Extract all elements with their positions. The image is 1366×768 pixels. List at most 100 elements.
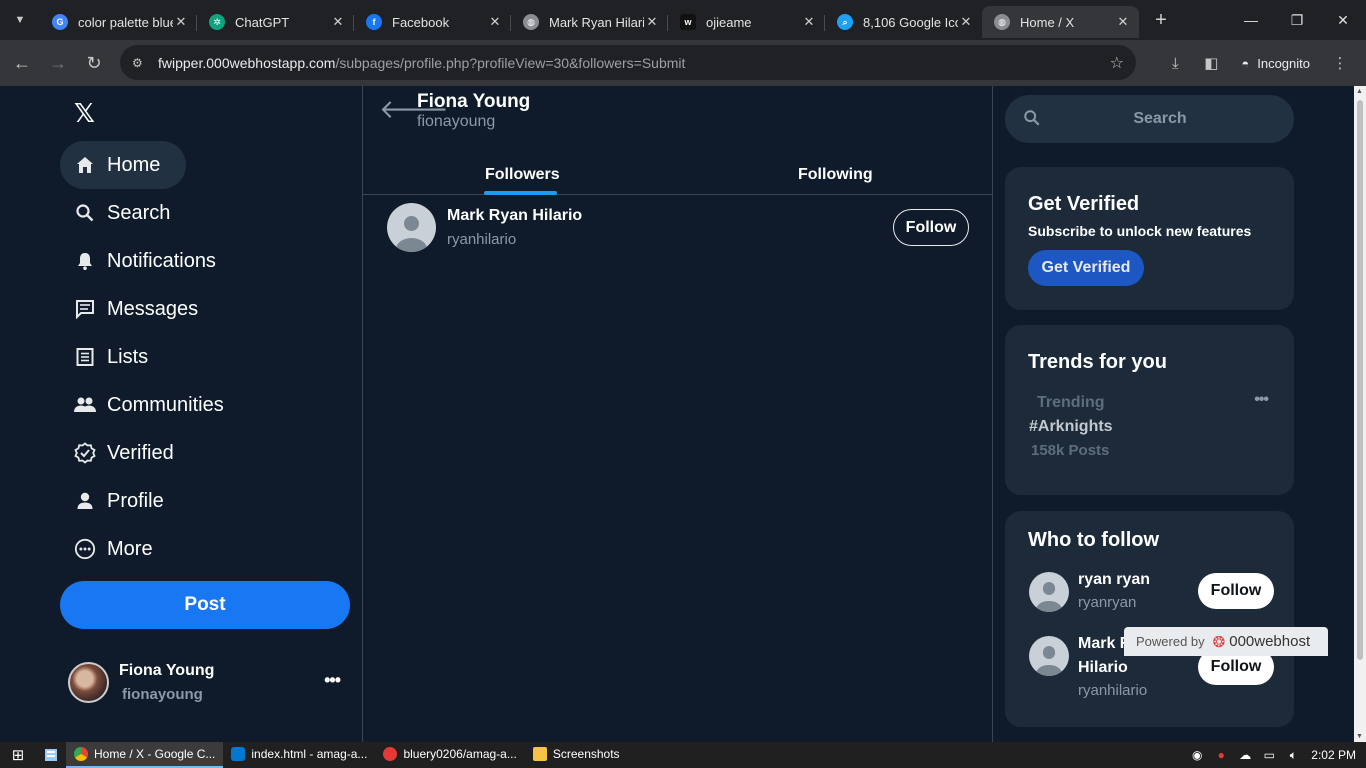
brand: ❂ 000webhost: [1213, 633, 1310, 651]
browser-toolbar: ← → ↻ ⚙ fwipper.000webhostapp.com/subpag…: [0, 40, 1366, 86]
home-icon: [74, 154, 96, 176]
browser-tab-active[interactable]: ◍ Home / X ✕: [982, 6, 1139, 38]
menu-kebab-icon[interactable]: ⋮: [1322, 45, 1358, 81]
list-icon: [74, 346, 96, 368]
close-icon[interactable]: ✕: [1115, 14, 1131, 30]
back-arrow-icon[interactable]: ←: [4, 45, 40, 81]
incognito-icon: ◓: [1241, 55, 1250, 71]
get-verified-button[interactable]: Get Verified: [1028, 250, 1144, 286]
trend-hashtag[interactable]: #Arknights: [1029, 418, 1113, 436]
browser-tab[interactable]: w ojieame ✕: [668, 6, 825, 38]
sidebar-item-notifications[interactable]: Notifications: [60, 237, 350, 285]
page-subtitle-handle: fionayoung: [417, 113, 496, 130]
powered-by-badge[interactable]: Powered by ❂ 000webhost: [1124, 627, 1328, 656]
card-title: Who to follow: [1028, 529, 1160, 551]
close-icon[interactable]: ✕: [173, 14, 189, 30]
incognito-label: Incognito: [1257, 55, 1310, 71]
sidebar-item-messages[interactable]: Messages: [60, 285, 350, 333]
more-icon: [74, 538, 96, 560]
sidebar-item-search[interactable]: Search: [60, 189, 350, 237]
sidebar-item-label: Communities: [107, 393, 224, 416]
brand-name: 000webhost: [1229, 633, 1311, 650]
tab-following[interactable]: Following: [798, 166, 873, 184]
sidebar-item-verified[interactable]: Verified: [60, 429, 350, 477]
browser-tab[interactable]: ◍ Mark Ryan Hilario ✕: [511, 6, 668, 38]
taskbar-app-chrome[interactable]: Home / X - Google C...: [66, 742, 224, 768]
close-icon[interactable]: ✕: [330, 14, 346, 30]
pinterest-icon[interactable]: ●: [1209, 748, 1233, 762]
new-tab-plus-icon[interactable]: +: [1147, 6, 1175, 34]
main-column: 🡐 Fiona Young fionayoung Followers Follo…: [362, 86, 993, 742]
search-input[interactable]: [1065, 104, 1255, 134]
sidebar-item-label: Profile: [107, 489, 164, 512]
restore-icon[interactable]: ❐: [1274, 0, 1320, 40]
close-icon[interactable]: ✕: [958, 14, 974, 30]
sidebar-item-communities[interactable]: Communities: [60, 381, 350, 429]
avatar: [1029, 636, 1069, 676]
page-viewport: 𝕏 Home Search Notifications Messages Lis…: [0, 86, 1354, 742]
sidebar-item-label: Home: [107, 153, 161, 176]
incognito-indicator[interactable]: ◓ Incognito: [1229, 47, 1322, 79]
follower-name[interactable]: Mark Ryan Hilario: [447, 207, 582, 225]
minimize-icon[interactable]: —: [1228, 0, 1274, 40]
taskbar-clock[interactable]: 2:02 PM: [1305, 748, 1366, 762]
window-close-icon[interactable]: ✕: [1320, 0, 1366, 40]
scroll-down-arrow-icon[interactable]: ▼: [1356, 733, 1363, 740]
post-button[interactable]: Post: [60, 581, 350, 629]
ellipsis-icon[interactable]: •••: [324, 670, 341, 691]
opera-icon: [383, 747, 398, 761]
page-scrollbar[interactable]: ▲ ▼: [1354, 86, 1366, 742]
browser-tab-strip: ▼ G color palette blue ✕ ✲ ChatGPT ✕ f F…: [0, 0, 1366, 40]
discord-icon[interactable]: ◉: [1185, 748, 1209, 762]
tab-title: 8,106 Google Icons: [863, 14, 958, 30]
browser-tab[interactable]: ⌕ 8,106 Google Icons ✕: [825, 6, 982, 38]
tab-title: color palette blue: [78, 14, 173, 30]
trend-post-count: 158k Posts: [1031, 442, 1110, 459]
network-icon[interactable]: ▭: [1257, 748, 1281, 762]
close-icon[interactable]: ✕: [644, 14, 660, 30]
volume-icon[interactable]: 🔈︎: [1281, 748, 1305, 763]
trend-label: Trending: [1037, 394, 1105, 411]
sidebar-item-label: Messages: [107, 297, 199, 320]
follow-button[interactable]: Follow: [1198, 573, 1274, 609]
forward-arrow-icon[interactable]: →: [40, 45, 76, 81]
sidebar-item-home[interactable]: Home: [60, 141, 186, 189]
windows-start-icon[interactable]: ⊞: [0, 742, 36, 768]
list-item[interactable]: ryan ryan ryanryan Follow: [1029, 568, 1274, 618]
tab-search-chevron-icon[interactable]: ▼: [6, 6, 34, 34]
close-icon[interactable]: ✕: [487, 14, 503, 30]
close-icon[interactable]: ✕: [801, 14, 817, 30]
taskbar-app-label: Home / X - Google C...: [94, 747, 216, 761]
address-bar[interactable]: ⚙ fwipper.000webhostapp.com/subpages/pro…: [120, 45, 1136, 80]
bookmark-star-icon[interactable]: ☆: [1110, 53, 1124, 73]
follow-button[interactable]: Follow: [893, 209, 969, 246]
suggested-user-name[interactable]: ryan ryan: [1078, 568, 1178, 592]
file-explorer-icon[interactable]: [36, 742, 66, 768]
who-to-follow-card: Who to follow ryan ryan ryanryan Follow …: [1005, 511, 1294, 727]
search-box[interactable]: [1005, 95, 1294, 143]
tab-followers[interactable]: Followers: [485, 166, 560, 184]
browser-tab[interactable]: f Facebook ✕: [354, 6, 511, 38]
scrollbar-thumb[interactable]: [1357, 100, 1363, 660]
taskbar-app-label: Screenshots: [552, 747, 620, 761]
sidebar-item-label: Notifications: [107, 249, 216, 272]
verified-icon: [74, 442, 96, 464]
browser-tab[interactable]: ✲ ChatGPT ✕: [197, 6, 354, 38]
x-logo-icon[interactable]: 𝕏: [74, 100, 100, 126]
account-switcher[interactable]: Fiona Young fionayoung •••: [68, 660, 348, 704]
list-item[interactable]: Mark Ryan Hilario ryanhilario Follow: [363, 196, 993, 264]
taskbar-app-opera[interactable]: bluery0206/amag-a...: [375, 742, 524, 768]
sidebar-item-profile[interactable]: Profile: [60, 477, 350, 525]
side-panel-icon[interactable]: ◧: [1193, 45, 1229, 81]
scroll-up-arrow-icon[interactable]: ▲: [1356, 88, 1363, 95]
download-icon[interactable]: ⤓: [1157, 45, 1193, 81]
ellipsis-icon[interactable]: •••: [1254, 391, 1269, 409]
sidebar-item-lists[interactable]: Lists: [60, 333, 350, 381]
sidebar-item-more[interactable]: More: [60, 525, 350, 573]
site-settings-icon[interactable]: ⚙: [132, 56, 152, 70]
browser-tab[interactable]: G color palette blue ✕: [40, 6, 197, 38]
cloud-sync-icon[interactable]: ☁: [1233, 748, 1257, 762]
taskbar-app-vscode[interactable]: index.html - amag-a...: [223, 742, 375, 768]
reload-icon[interactable]: ↻: [76, 45, 112, 81]
taskbar-app-screenshots[interactable]: Screenshots: [525, 742, 628, 768]
